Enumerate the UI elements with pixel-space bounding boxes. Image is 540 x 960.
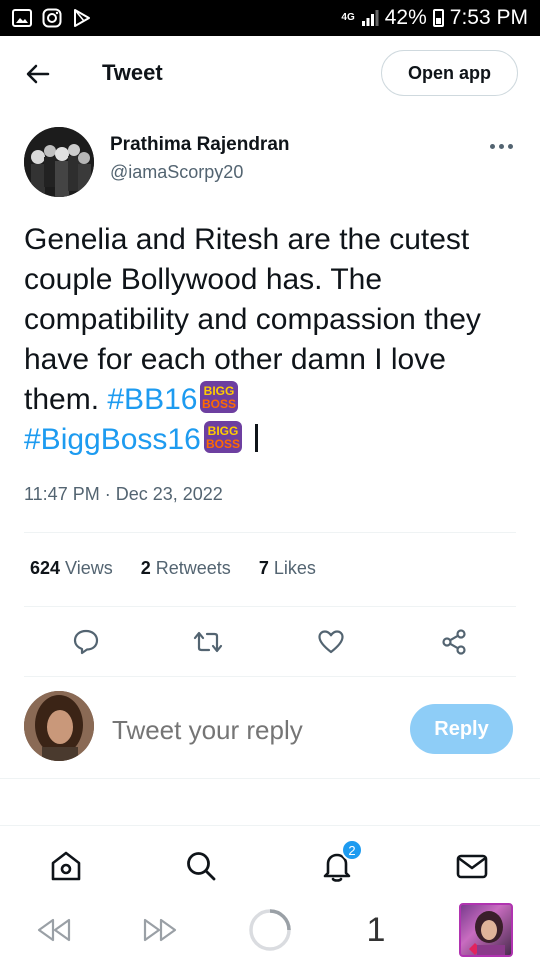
back-button[interactable] bbox=[24, 60, 52, 88]
status-bar-right: 4G 42% 7:53 PM bbox=[341, 6, 528, 30]
gallery-icon bbox=[12, 9, 32, 27]
tweet-text: Genelia and Ritesh are the cutest couple… bbox=[24, 220, 524, 460]
open-app-button[interactable]: Open app bbox=[381, 50, 518, 96]
like-action-button[interactable] bbox=[311, 622, 351, 662]
network-type-label: 4G bbox=[341, 12, 355, 23]
fast-forward-icon bbox=[143, 918, 177, 942]
text-cursor bbox=[254, 424, 258, 452]
divider bbox=[24, 606, 516, 607]
retweets-count: 2 bbox=[140, 558, 151, 578]
tweet-stats: 624 Views 2 Retweets 7 Likes bbox=[30, 558, 316, 579]
browser-forward-button[interactable] bbox=[138, 906, 184, 954]
emoji-text-line2: BOSS bbox=[202, 397, 236, 411]
more-dot bbox=[499, 143, 504, 149]
author-name[interactable]: Prathima Rajendran bbox=[110, 134, 290, 156]
bottom-nav: 2 bbox=[0, 825, 540, 900]
home-icon bbox=[51, 851, 81, 881]
page-title: Tweet bbox=[102, 60, 163, 85]
views-stat[interactable]: 624 Views bbox=[30, 558, 113, 579]
likes-stat[interactable]: 7 Likes bbox=[259, 558, 316, 579]
group-photo bbox=[24, 127, 94, 197]
nav-home[interactable] bbox=[46, 846, 86, 886]
retweet-action-button[interactable] bbox=[188, 622, 228, 662]
rewind-icon bbox=[37, 918, 71, 942]
reply-action-button[interactable] bbox=[66, 622, 106, 662]
current-user-avatar[interactable] bbox=[24, 691, 94, 761]
share-icon bbox=[442, 629, 466, 655]
emoji-text-line2: BOSS bbox=[206, 437, 240, 451]
reply-icon bbox=[73, 629, 99, 655]
browser-reload-button[interactable] bbox=[246, 906, 294, 954]
more-dot bbox=[490, 143, 495, 149]
tweet-timestamp[interactable]: 11:47 PM · Dec 23, 2022 bbox=[24, 484, 223, 505]
bigg-boss-emoji-icon: BIGGBOSS bbox=[200, 381, 239, 413]
more-dot bbox=[508, 143, 513, 149]
reply-button[interactable]: Reply bbox=[410, 704, 513, 754]
divider bbox=[24, 676, 516, 677]
nav-notifications[interactable]: 2 bbox=[317, 839, 363, 886]
tab-count: 1 bbox=[366, 910, 386, 949]
emoji-text-line1: BIGG bbox=[207, 424, 238, 438]
search-icon bbox=[187, 852, 216, 881]
browser-profile-button[interactable] bbox=[456, 903, 516, 957]
user-photo bbox=[24, 691, 94, 761]
top-bar: Tweet Open app bbox=[0, 36, 540, 110]
views-label: Views bbox=[65, 558, 113, 578]
share-action-button[interactable] bbox=[434, 622, 474, 662]
tweet-body: Genelia and Ritesh are the cutest couple… bbox=[24, 223, 481, 416]
hashtag-bb16[interactable]: #BB16 bbox=[107, 383, 197, 416]
more-options-button[interactable] bbox=[490, 138, 516, 154]
likes-label: Likes bbox=[273, 558, 316, 578]
battery-icon bbox=[432, 9, 444, 27]
divider bbox=[0, 778, 540, 779]
arrow-left-icon bbox=[26, 64, 50, 84]
nav-explore[interactable] bbox=[181, 846, 221, 886]
mail-icon bbox=[456, 854, 488, 879]
hashtag-biggboss16[interactable]: #BiggBoss16 bbox=[24, 423, 201, 456]
browser-toolbar: 1 bbox=[0, 900, 540, 960]
reply-input[interactable] bbox=[112, 712, 392, 748]
instagram-icon bbox=[42, 8, 62, 28]
loading-spinner-icon bbox=[249, 909, 291, 951]
notifications-badge: 2 bbox=[341, 839, 363, 861]
tweet-actions bbox=[0, 622, 540, 662]
status-bar-left-icons bbox=[12, 8, 92, 28]
status-bar: 4G 42% 7:53 PM bbox=[0, 0, 540, 36]
views-count: 624 bbox=[30, 558, 61, 578]
bigg-boss-emoji-icon: BIGGBOSS bbox=[203, 421, 242, 453]
heart-icon bbox=[318, 630, 344, 654]
author-handle[interactable]: @iamaScorpy20 bbox=[110, 162, 243, 183]
retweets-stat[interactable]: 2 Retweets bbox=[141, 558, 231, 579]
profile-photo bbox=[469, 911, 505, 955]
likes-count: 7 bbox=[258, 558, 269, 578]
nav-messages[interactable] bbox=[452, 846, 492, 886]
profile-thumbnail bbox=[459, 903, 513, 957]
retweets-label: Retweets bbox=[155, 558, 231, 578]
battery-percent: 42% bbox=[384, 6, 427, 29]
play-store-icon bbox=[74, 9, 90, 27]
signal-icon bbox=[361, 10, 379, 26]
author-avatar[interactable] bbox=[24, 127, 94, 197]
browser-back-button[interactable] bbox=[30, 906, 76, 954]
clock: 7:53 PM bbox=[449, 6, 528, 29]
emoji-text-line1: BIGG bbox=[204, 384, 235, 398]
divider bbox=[24, 532, 516, 533]
browser-tabs-button[interactable]: 1 bbox=[356, 906, 396, 954]
retweet-icon bbox=[193, 631, 223, 653]
